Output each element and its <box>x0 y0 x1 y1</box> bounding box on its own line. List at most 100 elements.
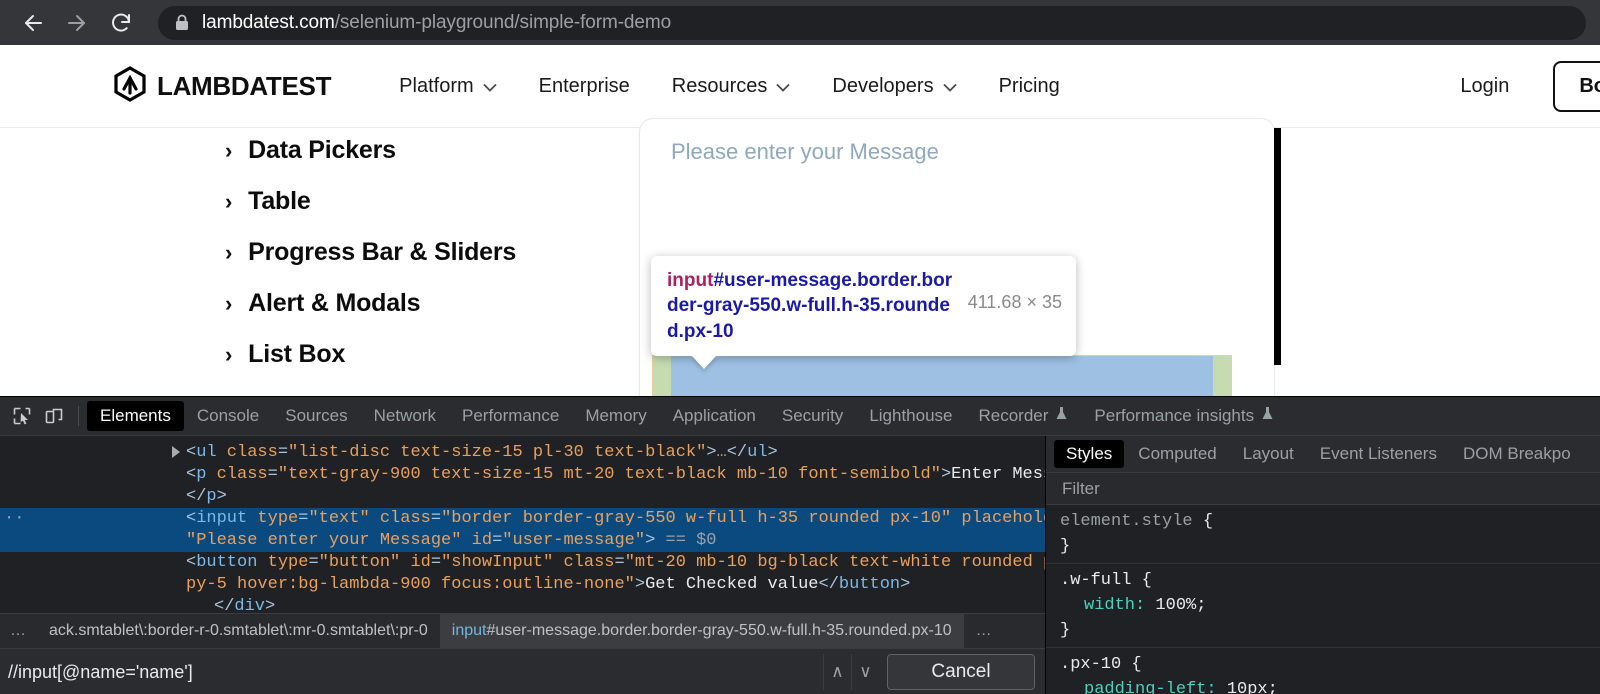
style-rule[interactable]: .px-10 {padding-left: 10px;} <box>1046 648 1600 694</box>
dom-token: ul <box>196 443 217 462</box>
login-link[interactable]: Login <box>1460 75 1509 98</box>
experiment-flask-icon <box>1261 406 1274 426</box>
reload-button[interactable] <box>102 4 140 42</box>
forward-button[interactable] <box>58 4 96 42</box>
dom-token: = <box>267 465 278 484</box>
declaration-value: 100%; <box>1155 596 1207 615</box>
tab-performance-insights[interactable]: Performance insights <box>1081 401 1287 431</box>
search-prev-button[interactable]: ∧ <box>823 654 851 690</box>
style-declaration[interactable]: width: 100%; <box>1060 593 1600 618</box>
tab-computed[interactable]: Computed <box>1126 440 1228 468</box>
dom-tree-line[interactable]: <p class="text-gray-900 text-size-15 mt-… <box>0 464 1045 486</box>
dom-tree-line[interactable]: </p> <box>0 486 1045 508</box>
device-toolbar-icon[interactable] <box>38 401 70 431</box>
dom-token: = <box>614 553 625 572</box>
declaration-property: padding-left: <box>1084 680 1227 694</box>
declaration-property: width: <box>1084 596 1156 615</box>
search-input-wrap <box>0 649 823 694</box>
nav-item-resources[interactable]: Resources <box>672 75 791 98</box>
playground-category-list: › Data Pickers › Table › Progress Bar & … <box>225 136 516 369</box>
cancel-button[interactable]: Cancel <box>887 654 1035 690</box>
dom-token: input <box>196 509 248 528</box>
dom-token: > <box>706 443 717 462</box>
dom-tree-line[interactable]: py-5 hover:bg-lambda-900 focus:outline-n… <box>0 574 1045 596</box>
side-item-list-box[interactable]: › List Box <box>225 340 516 369</box>
tab-label: Memory <box>585 406 647 425</box>
search-next-button[interactable]: ∨ <box>851 654 879 690</box>
nav-item-platform[interactable]: Platform <box>399 75 497 98</box>
dom-token: < <box>186 465 197 484</box>
tab-label: Performance <box>461 406 560 425</box>
tab-performance[interactable]: Performance <box>449 401 572 431</box>
tab-dom-breakpoints[interactable]: DOM Breakpo <box>1451 440 1583 468</box>
site-header: LAMBDATEST Platform Enterprise Resources… <box>0 45 1600 128</box>
book-demo-button[interactable]: Book a <box>1553 61 1600 112</box>
chevron-right-icon: › <box>225 137 233 163</box>
nav-label: Developers <box>832 74 934 97</box>
style-rule[interactable]: element.style {} <box>1046 505 1600 564</box>
breadcrumb-trailing-ellipsis[interactable]: … <box>964 622 1005 640</box>
breadcrumb-leading-ellipsis[interactable]: … <box>0 622 37 640</box>
style-declaration[interactable]: padding-left: 10px; <box>1060 677 1600 694</box>
site-logo[interactable]: LAMBDATEST <box>113 65 332 107</box>
header-actions: Login Book a <box>1460 45 1600 128</box>
dom-token: placeholder <box>961 509 1045 528</box>
dom-token: "user-message" <box>502 531 646 550</box>
experiment-flask-icon <box>1055 406 1068 426</box>
dom-token: = <box>492 531 503 550</box>
tab-application[interactable]: Application <box>660 401 769 431</box>
dom-token: class <box>216 443 278 462</box>
dom-tree-line[interactable]: "Please enter your Message" id="user-mes… <box>0 530 1045 552</box>
breadcrumb-crumb[interactable]: ack.smtablet\:border-r-0.smtablet\:mr-0.… <box>37 614 440 648</box>
side-item-data-pickers[interactable]: › Data Pickers <box>225 136 516 165</box>
dom-tree-pane[interactable]: <ul class="list-disc text-size-15 pl-30 … <box>0 436 1045 694</box>
dom-token: > <box>645 531 656 550</box>
tab-network[interactable]: Network <box>361 401 449 431</box>
tooltip-arrow-icon <box>691 354 717 369</box>
tab-memory[interactable]: Memory <box>572 401 659 431</box>
nav-item-enterprise[interactable]: Enterprise <box>539 75 630 98</box>
tab-security[interactable]: Security <box>769 401 856 431</box>
browser-toolbar: lambdatest.com/selenium-playground/simpl… <box>0 0 1600 45</box>
dom-tree-line[interactable]: <button type="button" id="showInput" cla… <box>0 552 1045 574</box>
tab-elements[interactable]: Elements <box>87 401 184 431</box>
dom-token: > <box>216 487 227 506</box>
breadcrumb-crumb-active[interactable]: input #user-message.border.border-gray-55… <box>439 614 964 648</box>
dom-token: p <box>196 465 207 484</box>
tab-styles[interactable]: Styles <box>1054 440 1125 468</box>
message-input[interactable]: Please enter your Message <box>671 128 939 175</box>
back-button[interactable] <box>14 4 52 42</box>
dom-tree-line[interactable]: <ul class="list-disc text-size-15 pl-30 … <box>0 442 1045 464</box>
side-item-alert-modals[interactable]: › Alert & Modals <box>225 289 516 318</box>
tab-recorder[interactable]: Recorder <box>966 401 1082 431</box>
breadcrumb: … ack.smtablet\:border-r-0.smtablet\:mr-… <box>0 613 1045 648</box>
side-item-table[interactable]: › Table <box>225 187 516 216</box>
tab-lighthouse[interactable]: Lighthouse <box>856 401 965 431</box>
expand-triangle-icon[interactable] <box>172 446 180 458</box>
dom-token: = <box>308 553 319 572</box>
dom-token: "showInput" <box>441 553 554 572</box>
tab-sources[interactable]: Sources <box>272 401 360 431</box>
nav-item-developers[interactable]: Developers <box>832 74 957 98</box>
dom-token: button <box>196 553 258 572</box>
tab-console[interactable]: Console <box>184 401 272 431</box>
inspect-element-icon[interactable] <box>6 401 38 431</box>
dom-token: = <box>277 443 289 462</box>
search-input[interactable] <box>8 661 823 683</box>
dom-token: > <box>767 443 778 462</box>
dom-token: = <box>430 509 442 528</box>
dom-token: Enter Message <box>951 465 1045 484</box>
side-item-progress-bar-sliders[interactable]: › Progress Bar & Sliders <box>225 238 516 267</box>
devtools-body: <ul class="list-disc text-size-15 pl-30 … <box>0 436 1600 694</box>
nav-item-pricing[interactable]: Pricing <box>999 75 1060 98</box>
tab-label: Computed <box>1138 444 1217 463</box>
style-rule[interactable]: .w-full {width: 100%;} <box>1046 564 1600 648</box>
dom-tree-line[interactable]: ·· <input type="text" class="border borde… <box>0 508 1045 530</box>
tab-event-listeners[interactable]: Event Listeners <box>1308 440 1449 468</box>
tab-layout[interactable]: Layout <box>1231 440 1306 468</box>
url-host: lambdatest.com <box>202 11 335 33</box>
styles-filter-input[interactable]: Filter <box>1046 473 1600 505</box>
address-bar[interactable]: lambdatest.com/selenium-playground/simpl… <box>158 5 1586 40</box>
logo-text: LAMBDATEST <box>157 70 332 101</box>
dom-token: "mt-20 mb-10 bg-black text-white rounded… <box>624 553 1045 572</box>
